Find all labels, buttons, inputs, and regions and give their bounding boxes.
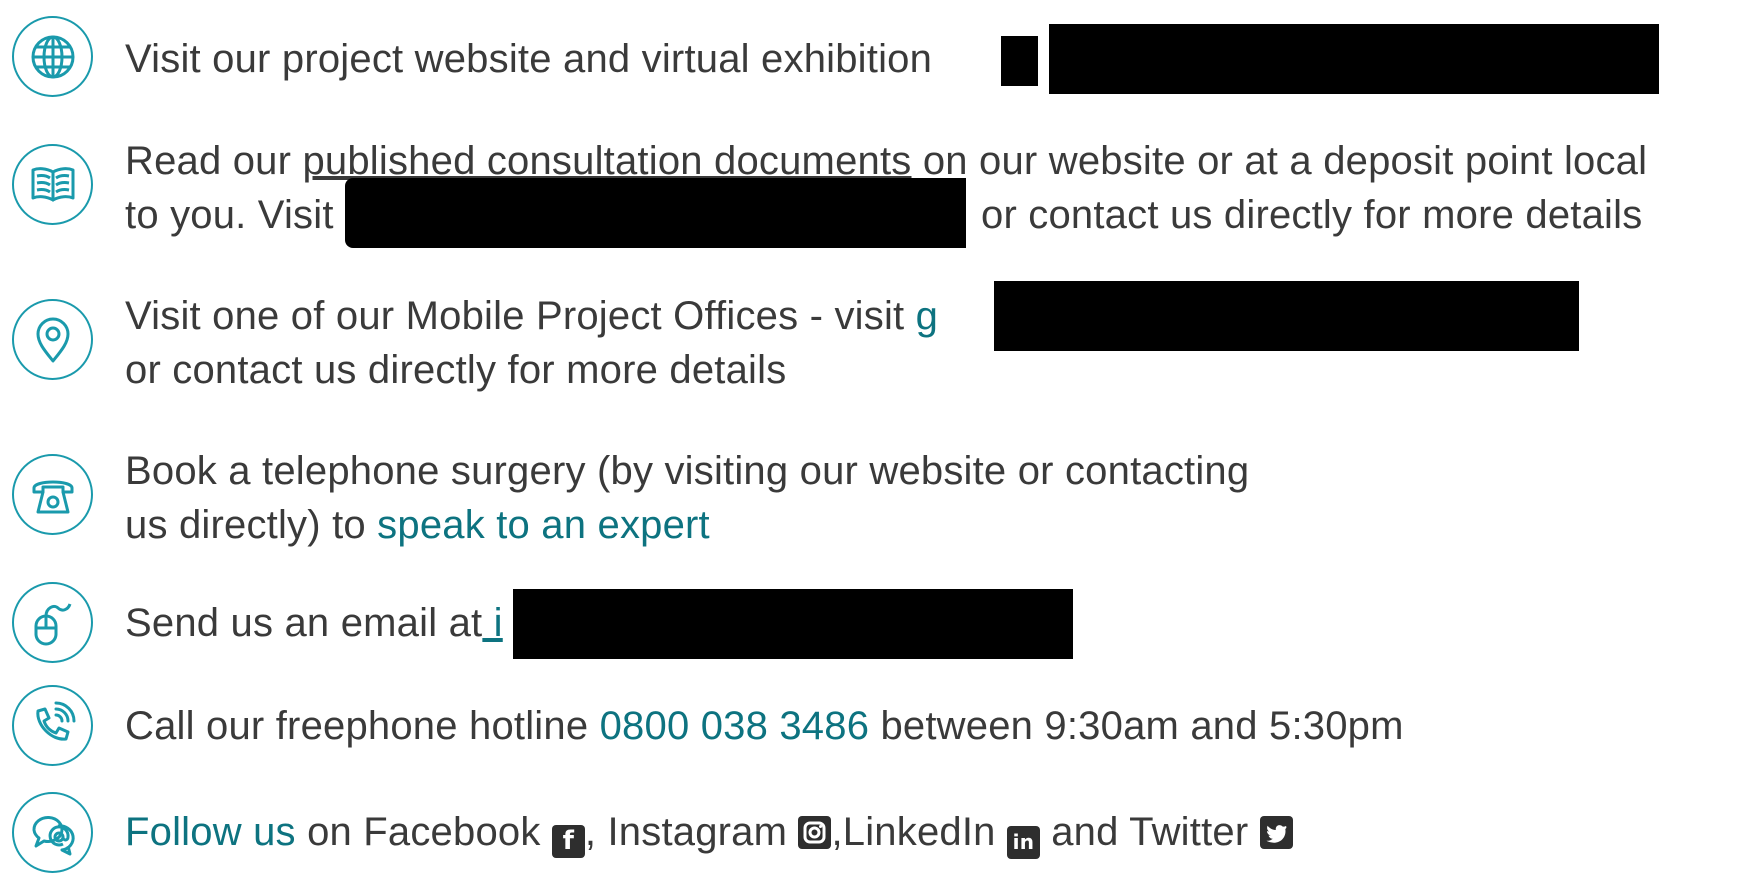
redaction-block (345, 178, 966, 248)
chat-bubbles-icon (12, 792, 93, 873)
social-text-1: on Facebook (295, 810, 552, 854)
mobile-offices-pre: Visit one of our Mobile Project Offices … (125, 294, 916, 338)
redaction-block (1001, 36, 1038, 86)
phone-call-icon (12, 685, 93, 766)
documents-line1-post: on our website or at a deposit point loc… (911, 139, 1648, 183)
documents-line1-pre: Read our (125, 139, 303, 183)
social-text-4: and Twitter (1039, 810, 1260, 854)
mobile-offices-line2: or contact us directly for more details (125, 348, 787, 392)
mouse-icon (12, 582, 93, 663)
hotline-number-link[interactable]: 0800 038 3486 (600, 704, 870, 748)
social-text-3: ,LinkedIn (831, 810, 1007, 854)
location-pin-icon (12, 299, 93, 380)
redaction-block (513, 589, 1073, 659)
published-documents-link[interactable]: published consultation documents (302, 139, 911, 183)
mobile-offices-link[interactable]: g (916, 294, 938, 338)
telephone-icon (12, 454, 93, 535)
facebook-icon[interactable]: f (551, 825, 585, 858)
email-pre: Send us an email at (125, 601, 483, 645)
open-book-icon (12, 144, 93, 225)
telephone-line1: Book a telephone surgery (by visiting ou… (125, 449, 1250, 493)
telephone-line2-pre: us directly) to (125, 503, 378, 547)
globe-icon (12, 16, 93, 97)
social-text-2: , Instagram (584, 810, 799, 854)
hotline-pre: Call our freephone hotline (125, 704, 600, 748)
documents-line2-post: or contact us directly for more details (981, 193, 1643, 237)
linkedin-icon[interactable]: in (1006, 826, 1040, 859)
hotline-post: between 9:30am and 5:30pm (869, 704, 1404, 748)
website-text: Visit our project website and virtual ex… (125, 37, 933, 81)
redaction-block (1049, 24, 1659, 94)
speak-to-expert-link[interactable]: speak to an expert (377, 503, 710, 547)
instagram-icon[interactable] (798, 816, 832, 849)
follow-us-link[interactable]: Follow us (125, 810, 296, 854)
documents-line2-pre: to you. Visit (125, 193, 334, 237)
email-link[interactable]: i (482, 601, 503, 645)
twitter-icon[interactable] (1259, 816, 1293, 849)
redaction-block (994, 281, 1579, 351)
